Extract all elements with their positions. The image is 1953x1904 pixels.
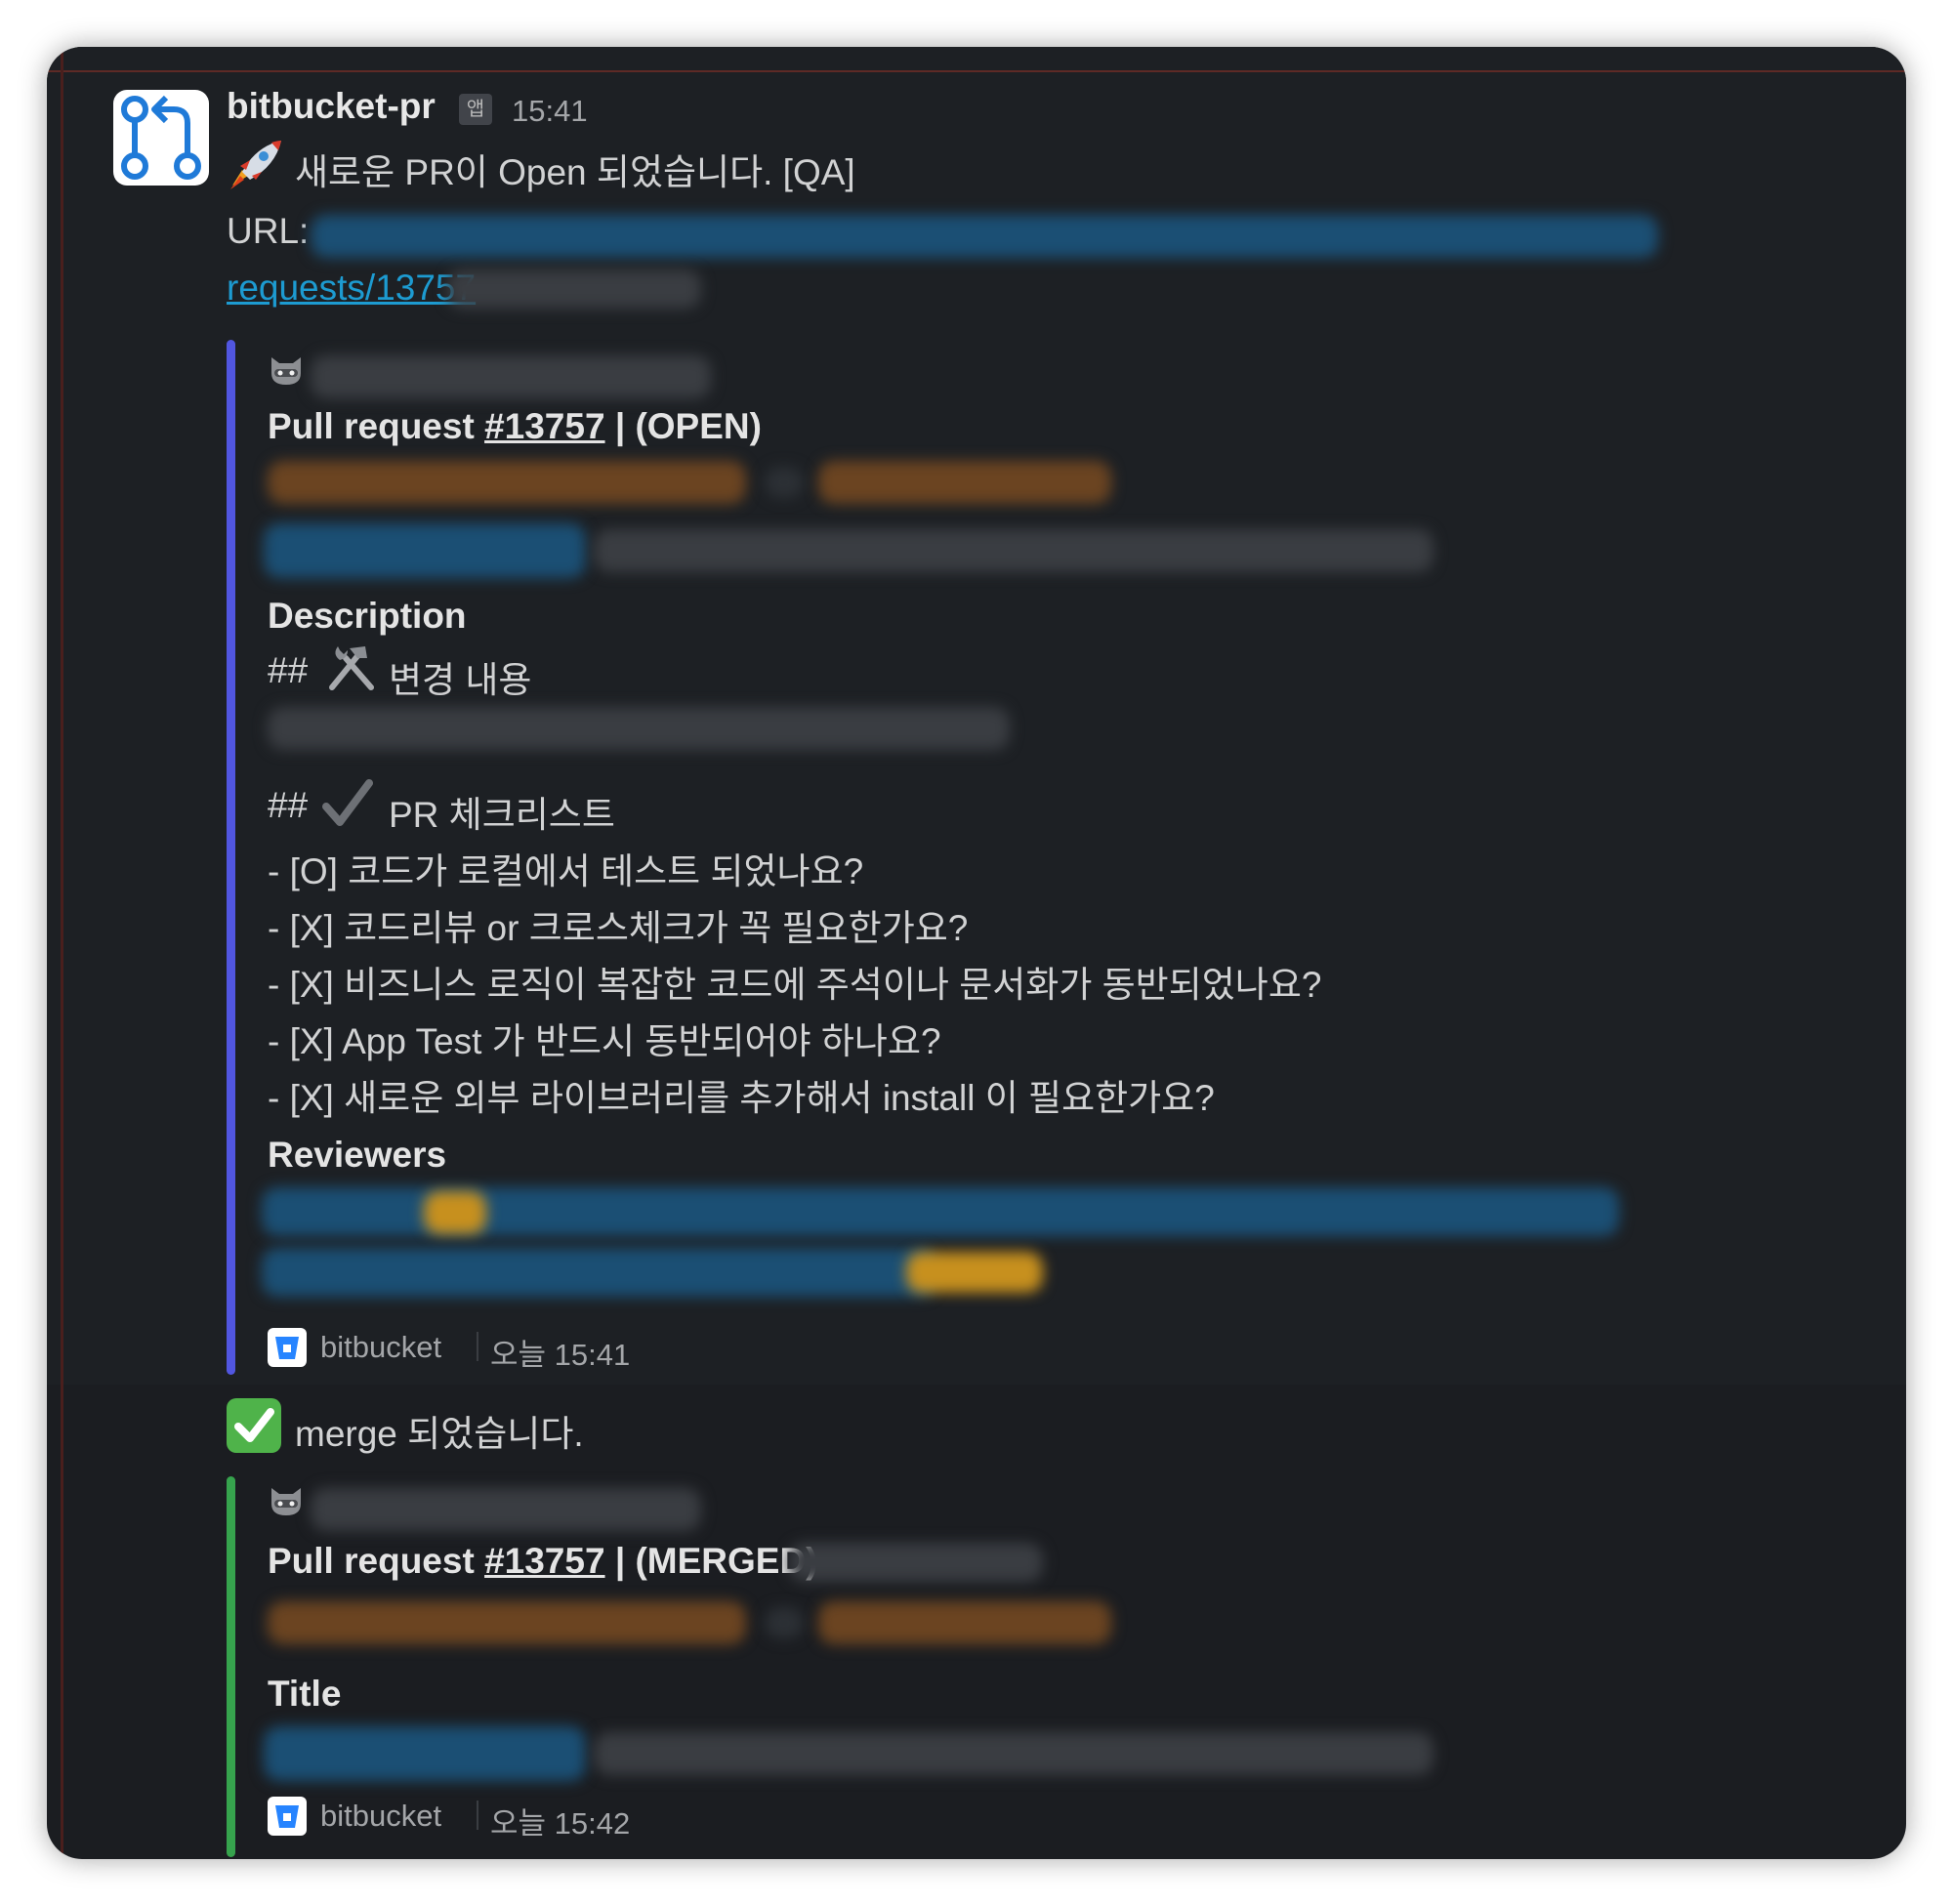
redacted-jira-link[interactable] [264,523,586,578]
footer-app-name: bitbucket [320,1330,442,1364]
redacted-pr-title [594,529,1434,572]
bitbucket-icon [268,1328,307,1367]
redacted-url[interactable] [311,215,1658,258]
redacted-changes-body [268,707,1010,750]
reviewers-heading: Reviewers [268,1135,447,1175]
message-timestamp[interactable]: 15:41 [512,94,588,129]
checklist-heading-hashes: ## [268,785,309,825]
redacted-source-branch [268,1601,746,1644]
footer-timestamp[interactable]: 오늘 15:41 [490,1330,630,1374]
redacted-reviewer-emoji [424,1191,486,1234]
sender-name[interactable]: bitbucket-pr [227,86,436,127]
pr-title-line: Pull request #13757 | (OPEN) [268,406,762,447]
checklist-item: - [O] 코드가 로컬에서 테스트 되었나요? [268,851,864,891]
redacted-author[interactable] [311,355,711,398]
pr-title-line: Pull request #13757 | (MERGED) [268,1541,818,1582]
app-badge: 앱 [459,94,492,125]
pr-prefix: Pull request [268,1541,475,1581]
redacted-source-branch [268,461,746,504]
rocket-icon [230,141,281,189]
bitbucket-icon [268,1797,307,1836]
pr-number-link[interactable]: #13757 [484,406,604,446]
footer-divider [477,1332,478,1361]
merge-headline: merge 되었습니다. [295,1414,584,1454]
left-edge-line [61,47,63,1859]
changes-heading-text: 변경 내용 [389,660,532,700]
redacted-url-tail [447,269,701,309]
message-headline: 새로운 PR이 Open 되었습니다. [QA] [295,152,855,192]
pr-number-link[interactable]: #13757 [484,1541,604,1581]
description-heading: Description [268,596,467,636]
redacted-target-branch [818,461,1111,504]
checklist-heading-text: PR 체크리스트 [389,795,615,835]
pr-status: | (OPEN) [614,406,762,446]
raccoon-icon [271,1488,301,1515]
checklist-item: - [X] 비즈니스 로직이 복잡한 코드에 주석이나 문서화가 동반되었나요? [268,965,1322,1005]
checklist-item: - [X] App Test 가 반드시 동반되어야 하나요? [268,1021,941,1061]
redacted-jira-link[interactable] [264,1726,586,1781]
bitbucket-pr-avatar[interactable] [113,90,209,186]
new-messages-divider [47,70,1906,72]
redacted-reviewers-line-2[interactable] [262,1248,935,1297]
pr-status: | (MERGED) [614,1541,818,1581]
redacted-link-tail [789,1543,1043,1582]
footer-app-name: bitbucket [320,1799,442,1833]
title-heading: Title [268,1674,342,1714]
checkmark-icon [322,779,373,826]
redacted-pr-title [594,1732,1434,1775]
attachment-rail-merged [227,1476,235,1857]
raccoon-icon [271,357,301,385]
footer-divider [477,1801,478,1830]
redacted-reviewer-tag [906,1252,1043,1293]
pr-prefix: Pull request [268,406,475,446]
checklist-item: - [X] 코드리뷰 or 크로스체크가 꼭 필요한가요? [268,908,969,948]
attachment-rail-open [227,340,235,1375]
redacted-author[interactable] [311,1488,701,1531]
redacted-target-branch [818,1601,1111,1644]
changes-heading-hashes: ## [268,650,309,690]
redacted-arrow [765,1607,804,1638]
redacted-arrow [765,467,804,498]
slack-message-pane: bitbucket-pr 앱 15:41 새로운 PR이 Open 되었습니다.… [47,47,1906,1859]
hammer-and-wrench-icon [329,646,374,690]
checklist-item: - [X] 새로운 외부 라이브러리를 추가해서 install 이 필요한가요… [268,1078,1215,1118]
pr-url-link[interactable]: requests/13757 [227,268,476,309]
url-label: URL: [227,211,310,251]
check-mark-button-icon [227,1398,281,1453]
footer-timestamp[interactable]: 오늘 15:42 [490,1799,630,1842]
pull-request-icon [121,95,201,180]
